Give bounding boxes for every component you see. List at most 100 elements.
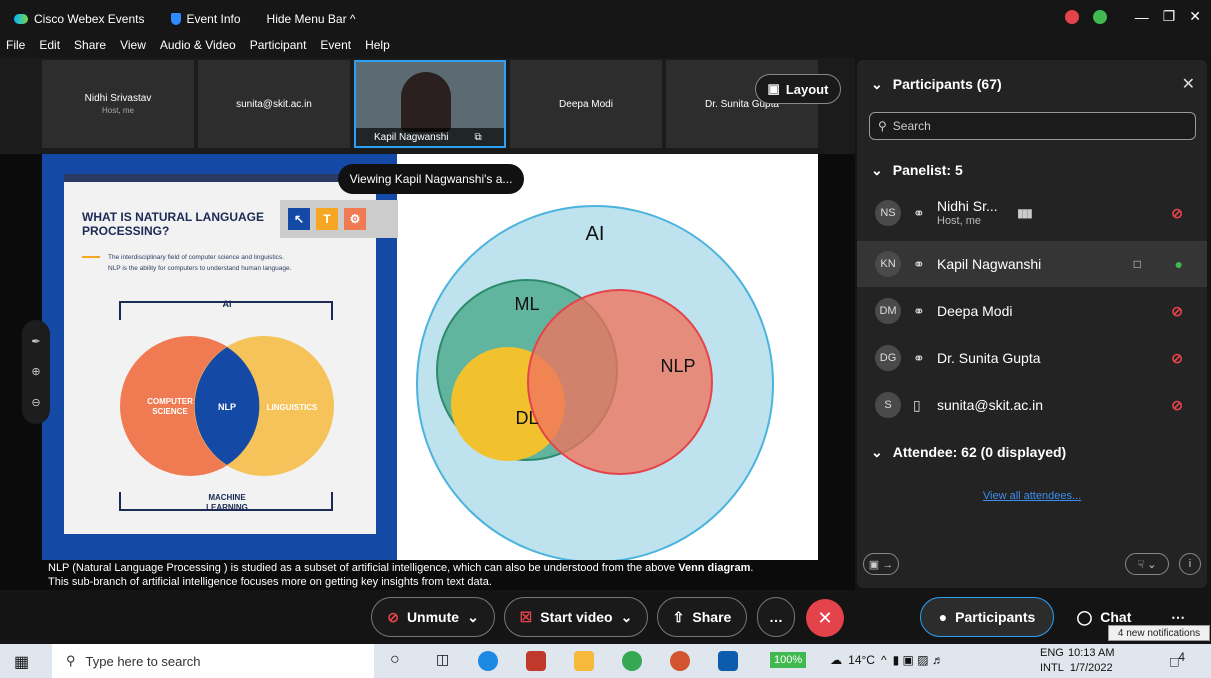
edge-icon[interactable] [478,651,498,671]
task-view-icon[interactable]: ◫ [436,651,449,668]
caption-text: NLP (Natural Language Processing ) is st… [48,562,679,574]
battery-percent: 100% [770,652,807,668]
expand-panel-button[interactable]: ▣ → [863,553,899,575]
participant-row[interactable]: S ▯ sunita@skit.ac.in ⊘ [857,382,1207,428]
connection-icon[interactable] [1092,9,1107,24]
camera-icon[interactable]: □ [1134,257,1141,271]
ml-label-2: LEARNING [206,503,248,512]
popout-icon[interactable]: ⧉ [475,132,482,143]
caption-line-1: NLP (Natural Language Processing ) is st… [48,561,812,575]
restore-icon[interactable]: ❐ [1163,8,1176,25]
mic-muted-icon[interactable]: ⊘ [1171,205,1183,222]
ai-label: AI [586,223,605,245]
winrar-icon[interactable] [526,651,546,671]
close-panel-icon[interactable]: ✕ [1182,74,1195,94]
close-icon[interactable]: ✕ [1189,8,1201,25]
mic-muted-icon[interactable]: ⊘ [1171,397,1183,414]
app-title: Cisco Webex Events [14,12,145,26]
event-info-button[interactable]: Event Info [170,12,241,26]
video-tile-active[interactable]: Kapil Nagwanshi ⧉ [354,60,506,148]
temperature: 14°C [848,653,875,667]
menu-audio-video[interactable]: Audio & Video [160,38,236,58]
participant-row[interactable]: NS ⚭ Nidhi Sr... Host, me ▮▮▮ ⊘ [857,190,1207,236]
taskbar-search-input[interactable]: ⚲ Type here to search [52,644,374,678]
minimize-icon[interactable]: — [1135,9,1149,25]
menu-edit[interactable]: Edit [39,38,60,58]
video-tile[interactable]: sunita@skit.ac.in [198,60,350,148]
cortana-icon[interactable]: ○ [390,651,400,669]
recording-icon[interactable] [1064,9,1079,24]
zoom-in-icon[interactable]: ⊕ [31,365,40,378]
zoom-out-icon[interactable]: ⊖ [31,396,40,409]
raise-hand-button[interactable]: ☟ ⌄ [1125,553,1169,575]
participant-name: Nidhi Sr... [937,198,998,214]
attendee-header: Attendee: 62 (0 displayed) [892,444,1067,460]
hide-menu-bar-button[interactable]: Hide Menu Bar ^ [267,12,356,26]
input-language[interactable]: ENG INTL [1040,646,1064,676]
participant-search-input[interactable]: ⚲ Search [869,112,1196,140]
chrome-icon[interactable] [622,651,642,671]
video-tile[interactable]: Nidhi Srivastav Host, me [42,60,194,148]
participant-row[interactable]: DM ⚭ Deepa Modi ⊘ [857,288,1207,334]
participant-name: Kapil Nagwanshi [937,256,1042,272]
participants-header[interactable]: ⌄ Participants (67) [871,76,1002,93]
info-icon[interactable]: i [1179,553,1201,575]
annotate-icon[interactable]: ✒ [31,335,40,348]
pointer-tool-icon[interactable]: ↖ [288,208,310,230]
chevron-down-icon: ⌄ [467,608,479,625]
avatar: DM [875,298,901,324]
view-all-attendees-link[interactable]: View all attendees... [857,490,1207,502]
participant-row[interactable]: DG ⚭ Dr. Sunita Gupta ⊘ [857,335,1207,381]
mic-on-icon[interactable]: ● [1175,256,1183,272]
video-off-icon: ☒ [519,608,533,625]
notification-tooltip: 4 new notifications [1108,625,1210,641]
unmute-button[interactable]: ⊘ Unmute ⌄ [371,597,495,637]
start-video-button[interactable]: ☒ Start video ⌄ [504,597,648,637]
nlp-label: NLP [660,356,695,376]
tray-icons[interactable]: ▮ ▣ ▨ ♬ [893,653,944,667]
participants-button[interactable]: ● Participants [920,597,1054,637]
cs-label-1: COMPUTER [147,397,193,406]
file-explorer-icon[interactable] [574,651,594,671]
share-button[interactable]: ⇧ Share [657,597,747,637]
menu-view[interactable]: View [120,38,146,58]
tile-name: sunita@skit.ac.in [236,98,312,110]
panelist-section-header[interactable]: ⌄ Panelist: 5 [871,162,963,179]
powerpoint-icon[interactable] [670,651,690,671]
headset-icon: ⚭ [913,302,925,319]
participants-label: Participants [955,609,1036,625]
leave-meeting-button[interactable]: ✕ [806,599,844,637]
mic-muted-icon[interactable]: ⊘ [1171,303,1183,320]
headset-icon: ⚭ [913,204,925,221]
more-options-button[interactable]: … [757,597,795,637]
windows-start-icon[interactable]: ▦ [14,652,29,672]
close-icon: ✕ [817,607,833,628]
layout-icon: ▣ [767,81,780,96]
menu-file[interactable]: File [6,38,25,58]
headset-icon: ⚭ [913,349,925,366]
cs-label-2: SCIENCE [152,407,188,416]
headset-icon: ⚭ [913,255,925,272]
menu-participant[interactable]: Participant [250,38,307,58]
meeting-controls: ⊘ Unmute ⌄ ☒ Start video ⌄ ⇧ Share … ✕ ●… [0,590,1211,644]
menu-help[interactable]: Help [365,38,390,58]
mic-muted-icon[interactable]: ⊘ [1171,350,1183,367]
participant-row[interactable]: KN ⚭ Kapil Nagwanshi □ ● [857,241,1207,287]
nlp-center-label: NLP [218,402,236,412]
webex-logo-icon [14,14,28,24]
menu-share[interactable]: Share [74,38,106,58]
settings-tool-icon[interactable]: ⚙ [344,208,366,230]
layout-button[interactable]: ▣ Layout [755,74,841,104]
text-tool-icon[interactable]: T [316,208,338,230]
clock[interactable]: 10:13 AM 1/7/2022 [1068,646,1114,676]
attendee-section-header[interactable]: ⌄ Attendee: 62 (0 displayed) [871,444,1066,461]
notification-center-icon[interactable]: □4 [1170,651,1185,670]
menu-event[interactable]: Event [320,38,351,58]
webex-taskbar-icon[interactable] [718,651,738,671]
panelist-header: Panelist: 5 [892,162,963,178]
weather-icon[interactable]: ☁ [830,653,842,667]
video-tile[interactable]: Deepa Modi [510,60,662,148]
chevron-up-icon[interactable]: ^ [881,653,887,667]
layout-label: Layout [785,81,829,97]
taskbar-search-placeholder: Type here to search [85,653,201,669]
